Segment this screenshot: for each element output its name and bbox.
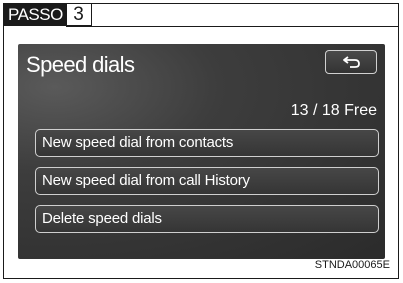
phone-screen: Speed dials 13 / 18 Free New speed dial … bbox=[18, 44, 385, 259]
back-button[interactable] bbox=[325, 50, 377, 74]
figure-frame: PASSO 3 Speed dials 13 / 18 Free New spe… bbox=[3, 3, 399, 279]
screen-title: Speed dials bbox=[26, 52, 135, 77]
return-arrow-icon bbox=[343, 56, 360, 68]
figure-code: STNDA00065E bbox=[314, 259, 390, 271]
new-speed-dial-from-contacts-button[interactable]: New speed dial from contacts bbox=[35, 129, 379, 157]
header-divider bbox=[66, 26, 398, 27]
step-label: PASSO bbox=[4, 4, 67, 26]
step-number: 3 bbox=[66, 4, 92, 26]
free-count: 13 / 18 Free bbox=[290, 102, 377, 119]
new-speed-dial-from-call-history-button[interactable]: New speed dial from call History bbox=[35, 167, 379, 195]
delete-speed-dials-button[interactable]: Delete speed dials bbox=[35, 205, 379, 233]
